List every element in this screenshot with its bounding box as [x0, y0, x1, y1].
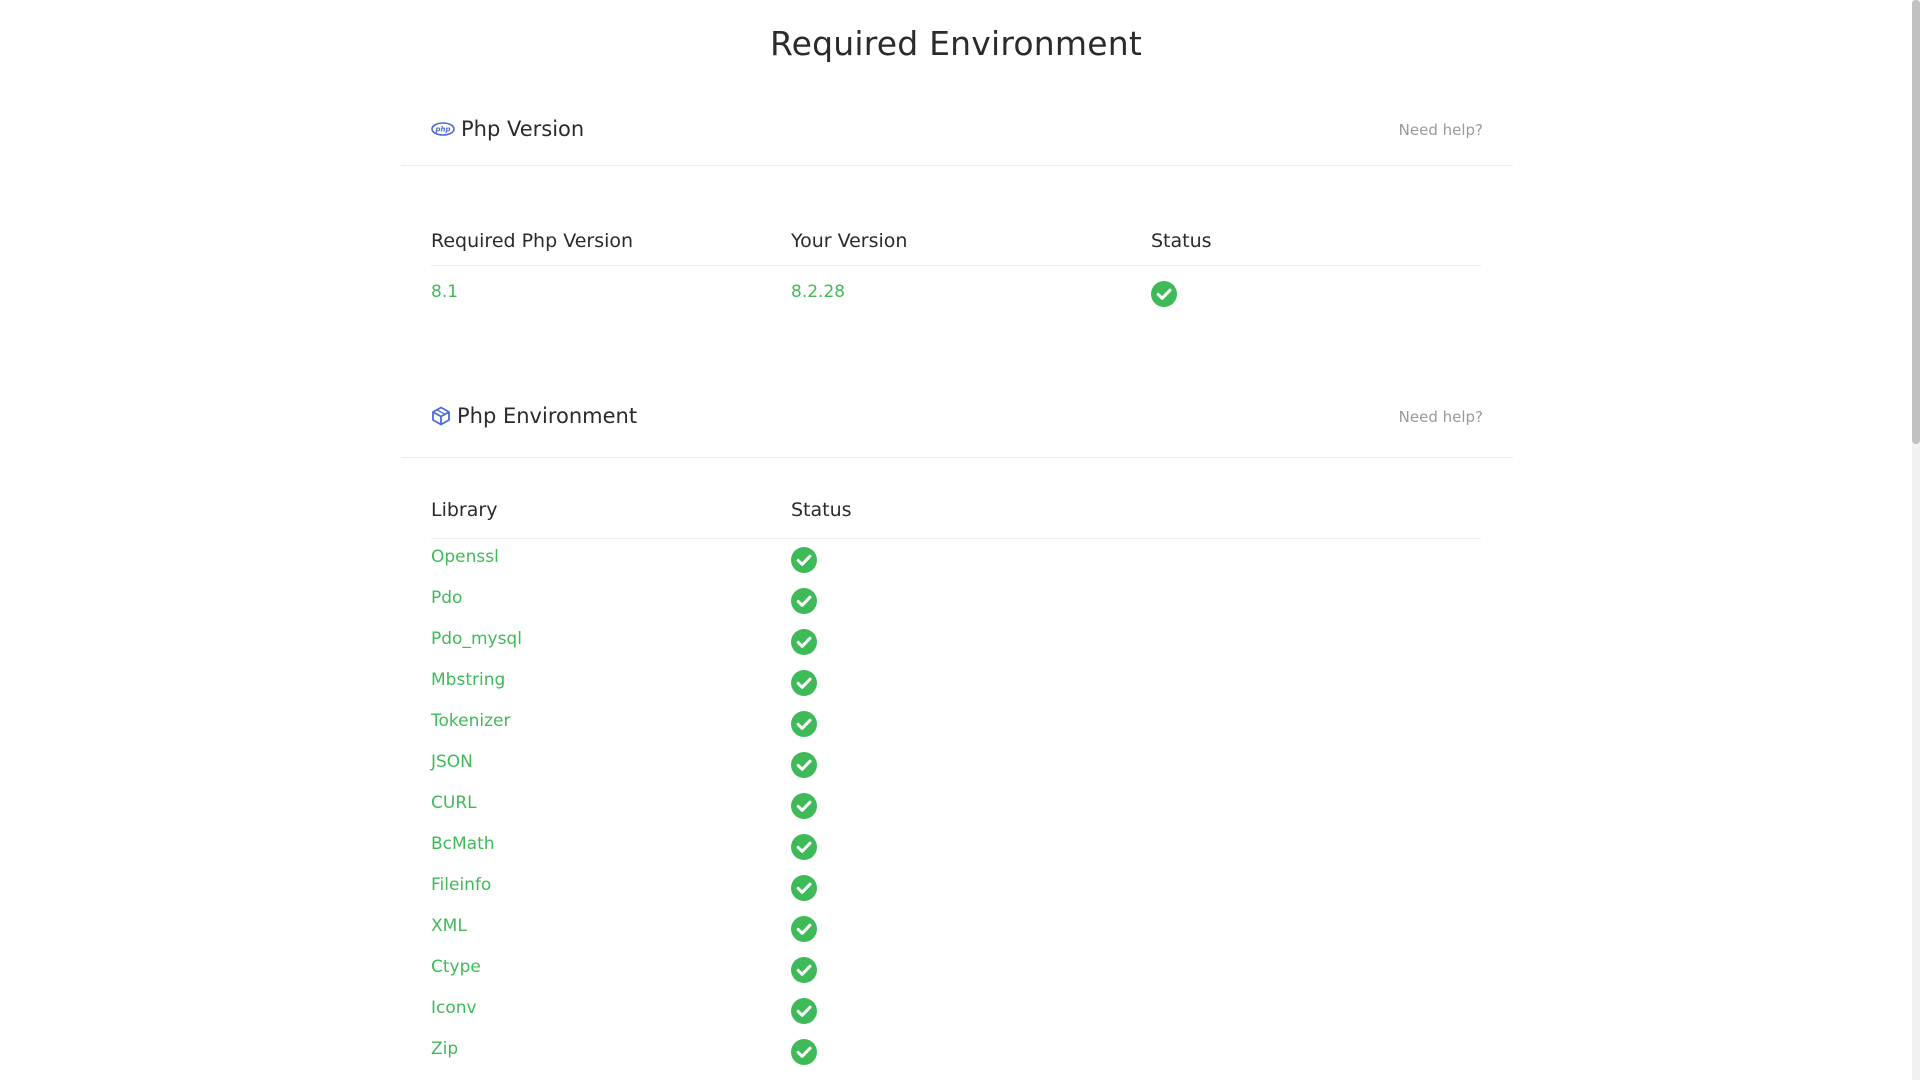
check-circle-icon — [791, 752, 817, 778]
column-status: Status — [1151, 230, 1212, 252]
library-name: BcMath — [431, 834, 495, 854]
php-version-table-head: Required Php Version Your Version Status — [431, 185, 1481, 266]
library-name: XML — [431, 916, 467, 936]
table-row: Pdo — [431, 580, 1481, 621]
check-circle-icon — [791, 834, 817, 860]
check-circle-icon — [791, 793, 817, 819]
svg-text:php: php — [434, 126, 450, 134]
column-your-version: Your Version — [791, 230, 908, 252]
check-circle-icon — [791, 547, 817, 573]
check-circle-icon — [791, 588, 817, 614]
column-library: Library — [431, 499, 498, 521]
table-row: Tokenizer — [431, 703, 1481, 744]
check-circle-icon — [791, 916, 817, 942]
table-row: Iconv — [431, 990, 1481, 1031]
library-name: Mbstring — [431, 670, 506, 690]
library-name: CURL — [431, 793, 477, 813]
php-env-title: Php Environment — [457, 404, 638, 428]
php-env-table: Library Status Openssl Pdo Pdo_mysql Mbstri… — [431, 458, 1481, 1072]
page: Required Environment php Php Version Nee… — [0, 0, 1920, 1080]
php-logo-icon: php — [431, 122, 455, 136]
scrollbar-track[interactable] — [1912, 0, 1920, 1080]
php-version-table: Required Php Version Your Version Status… — [431, 185, 1481, 322]
check-circle-icon — [791, 670, 817, 696]
table-row: Ctype — [431, 949, 1481, 990]
table-row: Openssl — [431, 539, 1481, 580]
scrollbar-thumb[interactable] — [1912, 0, 1920, 444]
library-rows: Openssl Pdo Pdo_mysql Mbstring Tokenizer JSON… — [431, 539, 1481, 1072]
table-row: Fileinfo — [431, 867, 1481, 908]
required-version-value: 8.1 — [431, 282, 459, 302]
library-name: Ctype — [431, 957, 481, 977]
php-version-row: 8.1 8.2.28 — [431, 266, 1481, 322]
library-name: Pdo — [431, 588, 463, 608]
check-circle-icon — [791, 1039, 817, 1065]
check-circle-icon — [791, 998, 817, 1024]
php-env-help-link[interactable]: Need help? — [1399, 408, 1483, 426]
check-circle-icon — [791, 629, 817, 655]
library-name: Iconv — [431, 998, 477, 1018]
php-version-title: Php Version — [461, 117, 585, 141]
library-name: Openssl — [431, 547, 499, 567]
php-env-header: Php Environment Need help? — [401, 397, 1513, 458]
table-row: BcMath — [431, 826, 1481, 867]
library-name: JSON — [431, 752, 473, 772]
page-title: Required Environment — [769, 24, 1143, 63]
table-row: XML — [431, 908, 1481, 949]
cube-icon — [431, 406, 451, 426]
check-circle-icon — [1151, 281, 1177, 307]
your-version-value: 8.2.28 — [791, 282, 846, 302]
column-status: Status — [791, 499, 852, 521]
php-env-title-wrap: Php Environment — [431, 404, 637, 428]
php-version-title-wrap: php Php Version — [431, 117, 584, 141]
table-row: CURL — [431, 785, 1481, 826]
php-version-header: php Php Version Need help? — [401, 105, 1513, 166]
library-name: Tokenizer — [431, 711, 511, 731]
column-required-version: Required Php Version — [431, 230, 634, 252]
check-circle-icon — [791, 957, 817, 983]
check-circle-icon — [791, 711, 817, 737]
library-name: Pdo_mysql — [431, 629, 522, 649]
table-row: Mbstring — [431, 662, 1481, 703]
library-name: Fileinfo — [431, 875, 492, 895]
table-row: Zip — [431, 1031, 1481, 1072]
php-version-help-link[interactable]: Need help? — [1399, 121, 1483, 139]
library-name: Zip — [431, 1039, 459, 1059]
table-row: JSON — [431, 744, 1481, 785]
table-row: Pdo_mysql — [431, 621, 1481, 662]
check-circle-icon — [791, 875, 817, 901]
php-env-table-head: Library Status — [431, 458, 1481, 539]
